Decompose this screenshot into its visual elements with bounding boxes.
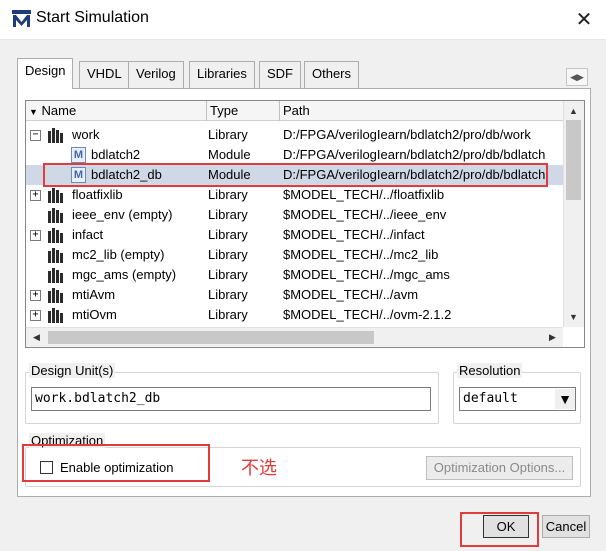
expand-icon[interactable]: + — [30, 190, 41, 201]
window-title: Start Simulation — [36, 9, 149, 26]
module-icon: M — [71, 147, 86, 163]
library-icon — [47, 307, 67, 323]
library-icon — [47, 227, 67, 243]
design-unit-input[interactable]: work.bdlatch2_db — [31, 387, 431, 411]
tab-verilog[interactable]: Verilog — [128, 61, 184, 88]
close-icon[interactable]: ✕ — [570, 6, 598, 34]
chevron-down-icon[interactable]: ▼ — [555, 389, 575, 409]
row-type: Library — [208, 307, 248, 322]
row-name: floatfixlib — [72, 187, 123, 202]
scroll-up-icon[interactable]: ▲ — [563, 101, 584, 121]
row-name: mgc_ams (empty) — [72, 267, 177, 282]
row-name: mtiOvm — [72, 307, 117, 322]
scroll-down-icon[interactable]: ▼ — [563, 307, 584, 327]
column-header-type[interactable]: Type — [207, 101, 280, 121]
vertical-scroll-thumb[interactable] — [566, 120, 581, 200]
row-name: bdlatch2 — [91, 147, 141, 162]
row-name: mc2_lib (empty) — [72, 247, 165, 262]
expand-icon[interactable]: + — [30, 290, 41, 301]
cancel-button[interactable]: Cancel — [542, 515, 590, 538]
row-type: Module — [208, 147, 251, 162]
row-path: $MODEL_TECH/../ieee_env — [283, 207, 447, 222]
row-path: D:/FPGA/verilogIearn/bdlatch2/pro/db/bdl… — [283, 147, 546, 162]
collapse-icon[interactable]: − — [30, 130, 41, 141]
row-type: Library — [208, 247, 248, 262]
design-unit-label: Design Unit(s) — [29, 363, 116, 378]
highlight-ok-button — [460, 512, 539, 547]
tab-libraries[interactable]: Libraries — [189, 61, 255, 88]
tab-scroll-buttons[interactable]: ◀▶ — [566, 68, 588, 86]
library-icon — [47, 187, 67, 203]
sort-desc-icon: ▼ — [29, 107, 38, 117]
row-type: Library — [208, 227, 248, 242]
row-path: $MODEL_TECH/../ovm-2.1.2 — [283, 307, 452, 322]
library-icon — [47, 207, 67, 223]
row-path: $MODEL_TECH/../mc2_lib — [283, 247, 439, 262]
library-icon — [47, 267, 67, 283]
expand-icon[interactable]: + — [30, 230, 41, 241]
tab-scroll-left-icon[interactable]: ◀ — [570, 72, 577, 82]
horizontal-scroll-thumb[interactable] — [48, 331, 374, 344]
tab-design[interactable]: Design — [17, 58, 74, 89]
library-icon — [47, 287, 67, 303]
row-type: Library — [208, 127, 248, 142]
scroll-right-icon[interactable]: ▶ — [542, 327, 563, 347]
expand-icon[interactable]: + — [30, 310, 41, 321]
column-header-path[interactable]: Path — [280, 101, 563, 121]
scroll-left-icon[interactable]: ◀ — [26, 327, 47, 347]
row-name: mtiAvm — [72, 287, 116, 302]
row-type: Library — [208, 207, 248, 222]
row-path: $MODEL_TECH/../infact — [283, 227, 425, 242]
row-name: infact — [72, 227, 104, 242]
highlight-optimization — [22, 444, 210, 482]
tab-sdf[interactable]: SDF — [259, 61, 301, 88]
row-name: ieee_env (empty) — [72, 207, 173, 222]
tab-scroll-right-icon[interactable]: ▶ — [577, 72, 584, 82]
modelsim-logo-icon — [12, 10, 31, 28]
library-icon — [47, 247, 67, 263]
resolution-label: Resolution — [457, 363, 523, 378]
annotation-text: 不选 — [241, 458, 277, 479]
row-type: Library — [208, 267, 248, 282]
highlight-selected-row — [43, 163, 548, 187]
tab-others[interactable]: Others — [304, 61, 360, 88]
row-path: $MODEL_TECH/../floatfixlib — [283, 187, 445, 202]
row-type: Library — [208, 287, 248, 302]
column-header-name[interactable]: ▼ Name — [26, 101, 207, 121]
row-path: $MODEL_TECH/../mgc_ams — [283, 267, 450, 282]
row-type: Library — [208, 187, 248, 202]
row-name: work — [72, 127, 100, 142]
column-header-name-label: Name — [41, 103, 77, 118]
resolution-value: default — [463, 391, 518, 406]
tab-vhdl[interactable]: VHDL — [79, 61, 130, 88]
row-path: D:/FPGA/verilogIearn/bdlatch2/pro/db/wor… — [283, 127, 531, 142]
library-icon — [47, 127, 67, 143]
optimization-options-button[interactable]: Optimization Options... — [426, 456, 573, 480]
row-path: $MODEL_TECH/../avm — [283, 287, 419, 302]
